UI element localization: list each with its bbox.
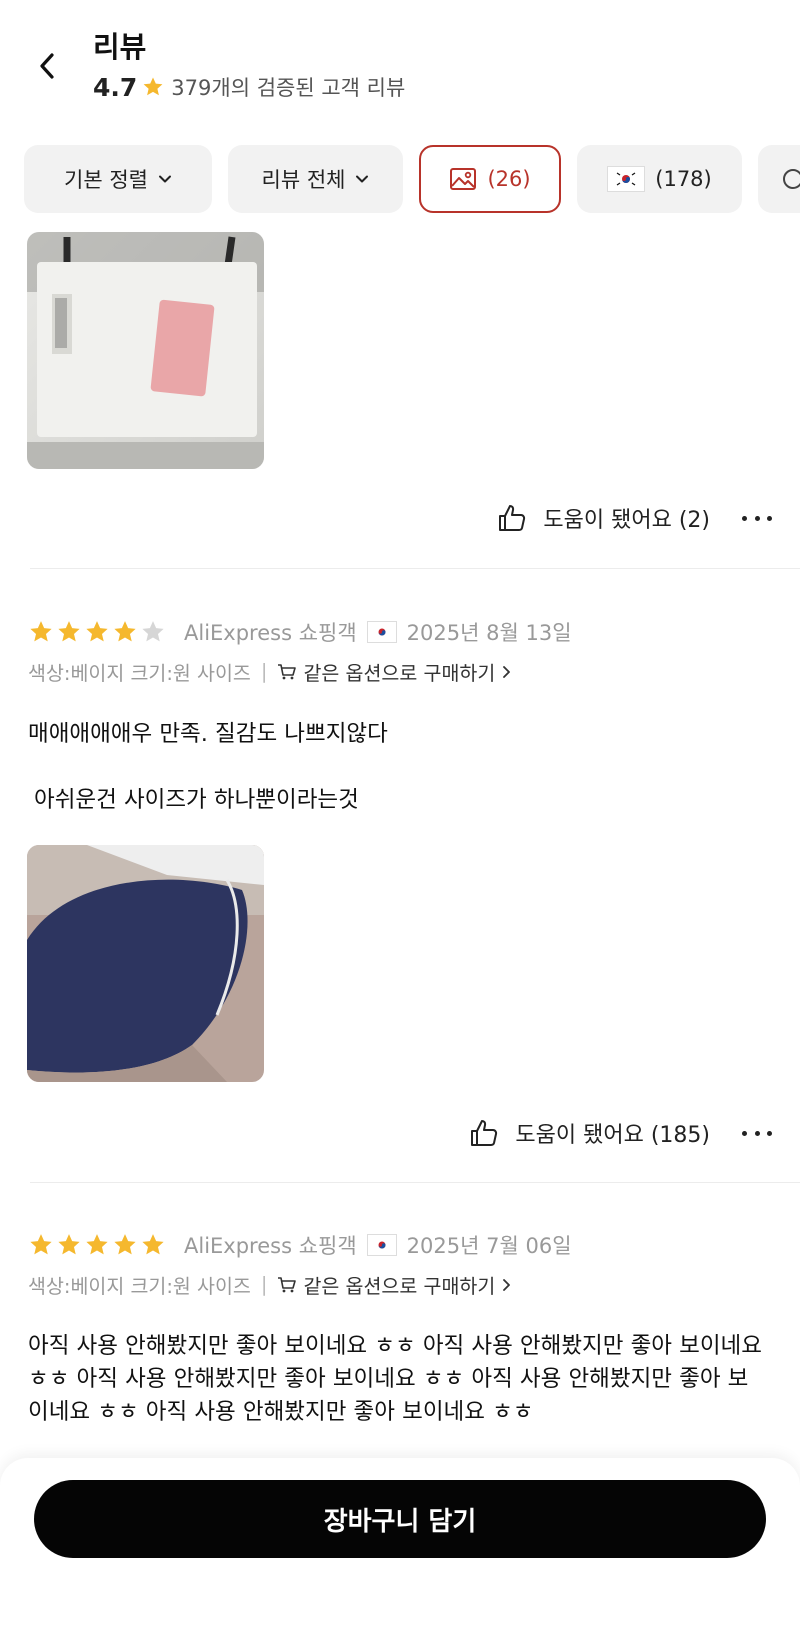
helpful-row: 도움이 됐어요 (2) <box>497 502 772 534</box>
sort-label: 기본 정렬 <box>64 168 148 192</box>
star-icon <box>58 1234 80 1255</box>
star-rating <box>28 1232 166 1258</box>
back-button[interactable] <box>30 46 64 86</box>
review-date: 2025년 8월 13일 <box>406 621 572 645</box>
star-empty-icon <box>142 621 164 642</box>
photo-count: (26) <box>487 167 531 191</box>
option-text: 색상:베이지 크기:원 사이즈 <box>28 1275 251 1298</box>
review-text-line: 매애애애애우 만족. 질감도 나쁘지않다 <box>28 721 388 747</box>
country-count: (178) <box>655 167 712 191</box>
review-text-line: 아쉬운건 사이즈가 하나뿐이라는것 <box>34 787 359 813</box>
review-date: 2025년 7월 06일 <box>406 1234 572 1258</box>
header: 리뷰 4.7 379개의 검증된 고객 리뷰 <box>0 0 800 138</box>
bottom-bar: 장바구니 담기 <box>0 1458 800 1626</box>
review-photo[interactable] <box>27 232 264 469</box>
chevron-right-icon <box>503 1278 511 1291</box>
divider <box>30 1182 800 1183</box>
helpful-button[interactable]: 도움이 됐어요 (185) <box>469 1117 710 1149</box>
review-count: 379개의 검증된 고객 리뷰 <box>171 76 406 100</box>
option-line: 색상:베이지 크기:원 사이즈 | 같은 옵션으로 구매하기 <box>28 1270 513 1299</box>
buy-same-option-link[interactable]: 같은 옵션으로 구매하기 <box>277 1270 513 1299</box>
option-text: 색상:베이지 크기:원 사이즈 <box>28 662 251 685</box>
star-icon <box>86 1234 108 1255</box>
option-line: 색상:베이지 크기:원 사이즈 | 같은 옵션으로 구매하기 <box>28 657 513 686</box>
buy-same-option-label: 같은 옵션으로 구매하기 <box>303 1275 496 1298</box>
helpful-label: 도움이 됐어요 (185) <box>515 1123 710 1148</box>
review-text: 매애애애애우 만족. 질감도 나쁘지않다 아쉬운건 사이즈가 하나뿐이라는것 <box>28 718 768 817</box>
star-rating <box>28 619 166 645</box>
review-text: 아직 사용 안해봤지만 좋아 보이네요 ㅎㅎ 아직 사용 안해봤지만 좋아 보이… <box>28 1333 762 1425</box>
reviewer-name: AliExpress 쇼핑객 <box>184 1234 357 1258</box>
more-options-button[interactable] <box>742 508 772 528</box>
review-photo[interactable] <box>27 845 264 1082</box>
divider <box>30 568 800 569</box>
review-header: AliExpress 쇼핑객 2025년 8월 13일 <box>28 617 572 647</box>
separator: | <box>260 660 268 683</box>
korea-flag-icon <box>366 621 397 643</box>
helpful-button[interactable]: 도움이 됐어요 (2) <box>497 502 710 534</box>
buy-same-option-link[interactable]: 같은 옵션으로 구매하기 <box>277 657 513 686</box>
review-filter-dropdown[interactable]: 리뷰 전체 <box>228 145 403 213</box>
chevron-down-icon <box>158 175 171 183</box>
star-icon <box>30 1234 52 1255</box>
rating-summary: 4.7 379개의 검증된 고객 리뷰 <box>93 72 405 102</box>
star-icon <box>86 621 108 642</box>
add-to-cart-button[interactable]: 장바구니 담기 <box>34 1480 766 1558</box>
filter-bar: 기본 정렬 리뷰 전체 (26) (178) <box>24 145 800 213</box>
chevron-left-icon <box>40 53 54 79</box>
korea-flag-icon <box>607 166 646 192</box>
page-title: 리뷰 <box>93 30 147 64</box>
chevron-right-icon <box>503 665 511 678</box>
star-icon <box>114 1234 136 1255</box>
helpful-label: 도움이 됐어요 (2) <box>543 508 710 533</box>
separator: | <box>260 1273 268 1296</box>
more-filter-chip[interactable] <box>758 145 800 213</box>
review-filter-label: 리뷰 전체 <box>261 168 346 192</box>
helpful-row: 도움이 됐어요 (185) <box>469 1117 772 1149</box>
buy-same-option-label: 같은 옵션으로 구매하기 <box>303 662 496 685</box>
review-header: AliExpress 쇼핑객 2025년 7월 06일 <box>28 1230 572 1260</box>
korea-flag-icon <box>366 1234 397 1256</box>
cart-icon <box>278 1276 297 1292</box>
more-options-button[interactable] <box>742 1123 772 1143</box>
country-filter-chip[interactable]: (178) <box>577 145 742 213</box>
photo-filter-chip[interactable]: (26) <box>419 145 561 213</box>
reviewer-name: AliExpress 쇼핑객 <box>184 621 357 645</box>
thumbs-up-icon <box>499 505 526 531</box>
add-circle-icon <box>783 169 800 189</box>
thumbs-up-icon <box>471 1120 498 1146</box>
cart-icon <box>278 663 297 679</box>
sort-dropdown[interactable]: 기본 정렬 <box>24 145 212 213</box>
star-icon <box>58 621 80 642</box>
star-icon <box>30 621 52 642</box>
star-icon <box>143 77 163 96</box>
star-icon <box>114 621 136 642</box>
chevron-down-icon <box>356 175 369 183</box>
rating-value: 4.7 <box>93 72 138 102</box>
star-icon <box>142 1234 164 1255</box>
image-icon <box>450 168 477 190</box>
